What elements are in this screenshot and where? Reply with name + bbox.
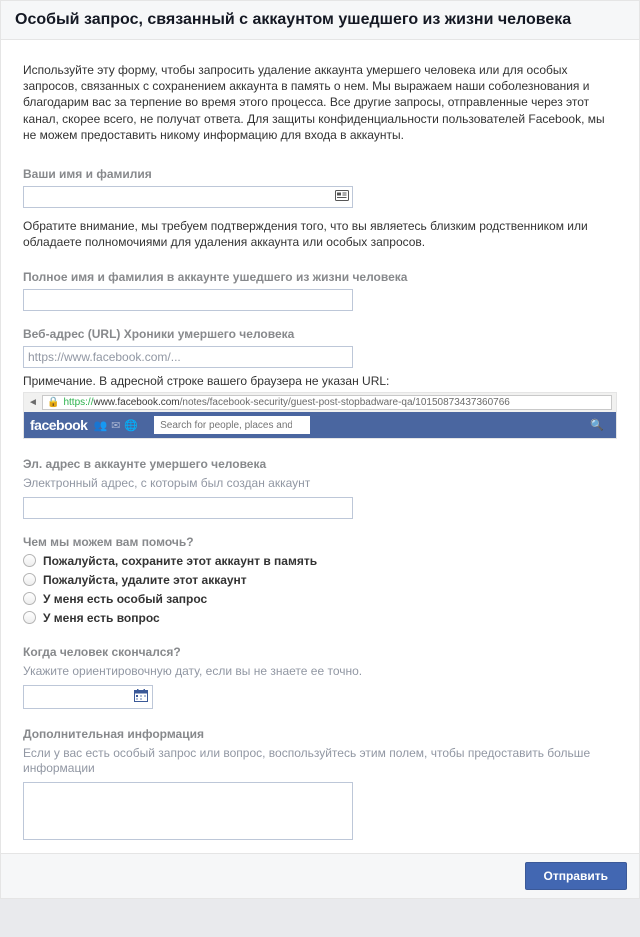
- facebook-logo: facebook: [30, 417, 87, 433]
- radio-icon: [23, 592, 36, 605]
- submit-button[interactable]: Отправить: [525, 862, 627, 890]
- passed-date-input[interactable]: [23, 685, 153, 709]
- passed-date-help: Укажите ориентировочную дату, если вы не…: [23, 664, 617, 680]
- your-name-note: Обратите внимание, мы требуем подтвержде…: [23, 218, 617, 250]
- help-option-label: У меня есть вопрос: [43, 611, 160, 625]
- deceased-name-label: Полное имя и фамилия в аккаунте ушедшего…: [23, 264, 617, 284]
- deceased-email-label: Эл. адрес в аккаунте умершего человека: [23, 451, 617, 471]
- friends-icon: 👥: [93, 419, 107, 432]
- help-option-label: Пожалуйста, сохраните этот аккаунт в пам…: [43, 554, 317, 568]
- help-question-label: Чем мы можем вам помочь?: [23, 529, 617, 549]
- calendar-icon: [134, 689, 148, 705]
- url-protocol: https://: [63, 397, 93, 408]
- additional-label: Дополнительная информация: [23, 721, 617, 741]
- deceased-url-label: Веб-адрес (URL) Хроники умершего человек…: [23, 321, 617, 341]
- url-domain: www.facebook.com: [93, 397, 179, 408]
- id-card-icon: [335, 190, 349, 204]
- deceased-email-input[interactable]: [23, 497, 353, 519]
- fb-search-input: [154, 416, 310, 434]
- url-path: /notes/facebook-security/guest-post-stop…: [180, 397, 510, 408]
- deceased-url-input[interactable]: [23, 346, 353, 368]
- additional-textarea[interactable]: [23, 782, 353, 840]
- your-name-label: Ваши имя и фамилия: [23, 161, 617, 181]
- card-body: Используйте эту форму, чтобы запросить у…: [1, 40, 639, 853]
- browser-url-field: 🔒 https://www.facebook.com/notes/faceboo…: [42, 395, 612, 410]
- back-icon: ◄: [28, 396, 38, 410]
- help-option-delete[interactable]: Пожалуйста, удалите этот аккаунт: [23, 573, 617, 587]
- card-header: Особый запрос, связанный с аккаунтом уше…: [1, 1, 639, 40]
- help-options: Пожалуйста, сохраните этот аккаунт в пам…: [23, 554, 617, 625]
- radio-icon: [23, 573, 36, 586]
- passed-date-label: Когда человек скончался?: [23, 639, 617, 659]
- messages-icon: ✉: [111, 419, 120, 432]
- deceased-email-help: Электронный адрес, с которым был создан …: [23, 476, 617, 492]
- radio-icon: [23, 611, 36, 624]
- notifications-icon: 🌐: [124, 419, 138, 432]
- page-title: Особый запрос, связанный с аккаунтом уше…: [15, 11, 625, 29]
- radio-icon: [23, 554, 36, 567]
- url-example-image: ◄ 🔒 https://www.facebook.com/notes/faceb…: [23, 392, 617, 439]
- search-icon: 🔍: [590, 419, 604, 432]
- help-option-label: У меня есть особый запрос: [43, 592, 207, 606]
- fb-nav-icons: 👥 ✉ 🌐: [93, 419, 138, 432]
- help-option-special[interactable]: У меня есть особый запрос: [23, 592, 617, 606]
- deceased-name-input[interactable]: [23, 289, 353, 311]
- intro-text: Используйте эту форму, чтобы запросить у…: [23, 62, 617, 143]
- additional-help: Если у вас есть особый запрос или вопрос…: [23, 746, 617, 777]
- lock-icon: 🔒: [47, 397, 59, 408]
- help-option-memorialize[interactable]: Пожалуйста, сохраните этот аккаунт в пам…: [23, 554, 617, 568]
- help-option-question[interactable]: У меня есть вопрос: [23, 611, 617, 625]
- url-note: Примечание. В адресной строке вашего бра…: [23, 374, 617, 388]
- form-card: Особый запрос, связанный с аккаунтом уше…: [0, 0, 640, 899]
- help-option-label: Пожалуйста, удалите этот аккаунт: [43, 573, 247, 587]
- card-footer: Отправить: [1, 853, 639, 898]
- your-name-input[interactable]: [23, 186, 353, 208]
